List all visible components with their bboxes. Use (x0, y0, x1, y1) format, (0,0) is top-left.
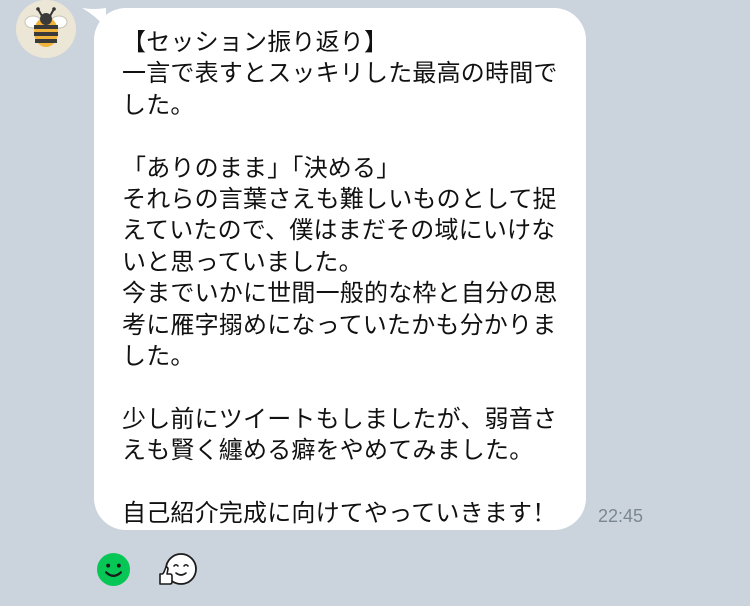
message-line: 自己紹介完成に向けてやっていきます！ (122, 499, 557, 528)
thumbs-up-face-sticker-icon[interactable] (156, 550, 200, 590)
message-line: 【セッション振り返り】 (122, 28, 389, 56)
smile-emoji-icon[interactable] (96, 552, 131, 587)
message-timestamp: 22:45 (598, 506, 644, 526)
bee-icon (17, 0, 75, 58)
message-line: えも賢く纏める癖をやめてみました。 (122, 436, 534, 465)
message-line: 一言で表すとスッキリした最高の時間で (122, 59, 558, 88)
message-line: えていたので、僕はまだその域にいけな (122, 216, 556, 245)
sender-avatar[interactable] (16, 0, 76, 58)
message-line: それらの言葉さえも難しいものとして捉 (122, 185, 557, 214)
message-line: 少し前にツイートもしましたが、弱音さ (122, 404, 558, 433)
message-line: した。 (122, 342, 195, 371)
message-line: いと思っていました。 (122, 247, 363, 276)
message-line: 考に雁字搦めになっていたかも分かりま (122, 310, 557, 339)
message-line: 今までいかに世間一般的な枠と自分の思 (122, 279, 558, 308)
message-line: した。 (122, 90, 195, 119)
message-line: 「ありのまま」「決める」 (122, 153, 401, 182)
message-text: 【セッション振り返り】 一言で表すとスッキリした最高の時間で した。 「ありのま… (122, 27, 576, 530)
message-bubble[interactable]: 【セッション振り返り】 一言で表すとスッキリした最高の時間で した。 「ありのま… (94, 8, 586, 530)
